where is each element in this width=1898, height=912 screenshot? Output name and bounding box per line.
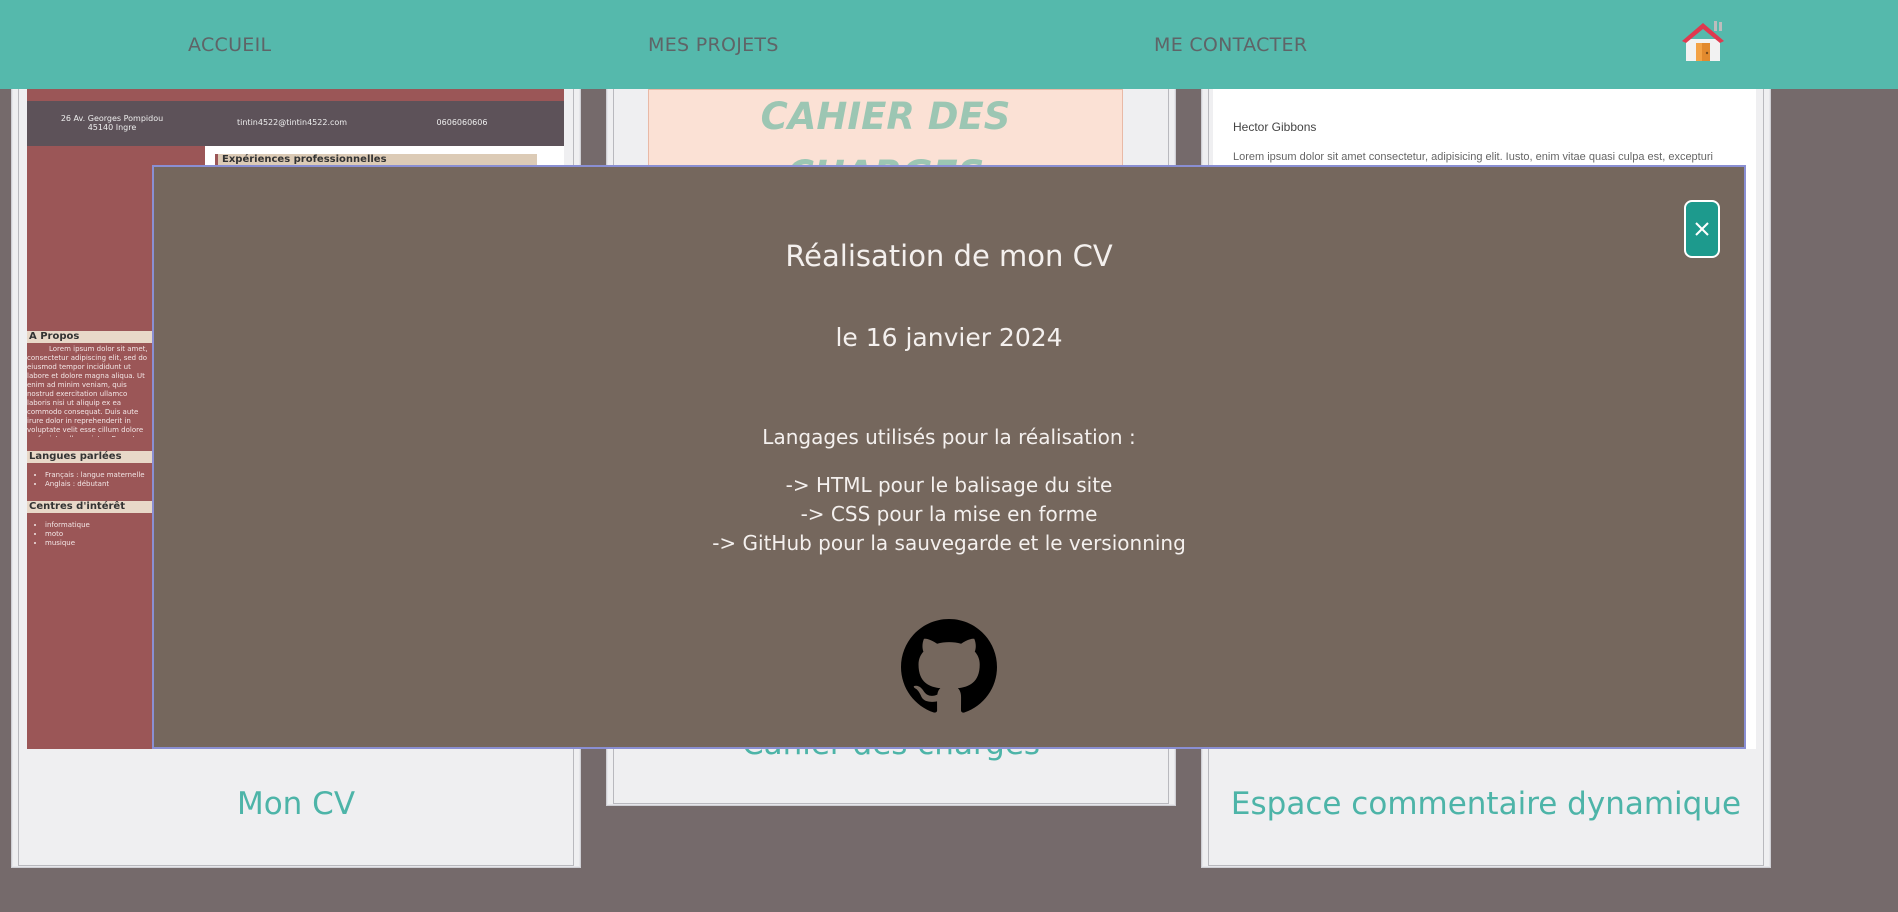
cv-languages-list: Français : langue maternelle Anglais : d… [27,471,152,489]
list-item: informatique [45,521,152,530]
list-item: Anglais : débutant [45,480,152,489]
cv-address: 26 Av. Georges Pompidou 45140 Ingre [60,114,164,132]
cv-interests-heading: Centres d'intérêt [27,501,152,513]
card-title-commentaire[interactable]: Espace commentaire dynamique [1202,786,1770,822]
cv-about-heading: A Propos [27,331,152,343]
modal-line-css: -> CSS pour la mise en forme [800,502,1098,526]
cv-top-band [27,89,564,101]
cahier-title-line1: CAHIER DES [760,95,1011,138]
nav-link-accueil[interactable]: ACCUEIL [188,34,271,56]
modal-intro: Langages utilisés pour la réalisation : [762,425,1136,449]
nav-link-me-contacter[interactable]: ME CONTACTER [1154,34,1307,56]
cv-email: tintin4522@tintin4522.com [237,118,348,127]
header-nav: ACCUEIL MES PROJETS ME CONTACTER [0,0,1898,89]
github-icon[interactable] [901,619,997,715]
project-modal: Réalisation de mon CV le 16 janvier 2024… [152,165,1746,749]
cv-about-text: Lorem ipsum dolor sit amet, consectetur … [27,345,148,437]
card-title-cv[interactable]: Mon CV [12,786,580,822]
comment-author: Hector Gibbons [1233,120,1317,134]
list-item: musique [45,539,152,548]
cv-languages-heading: Langues parlées [27,451,152,463]
list-item: Français : langue maternelle [45,471,152,480]
cv-interests-list: informatique moto musique [27,521,152,548]
comment-text: Lorem ipsum dolor sit amet consectetur, … [1233,151,1713,163]
modal-line-html: -> HTML pour le balisage du site [785,473,1113,497]
list-item: moto [45,530,152,539]
cv-phone: 0606060606 [436,118,488,127]
modal-line-github: -> GitHub pour la sauvegarde et le versi… [712,531,1186,555]
modal-title: Réalisation de mon CV [785,239,1113,273]
modal-date: le 16 janvier 2024 [835,323,1063,352]
nav-link-mes-projets[interactable]: MES PROJETS [648,34,779,56]
cv-info-bar: 26 Av. Georges Pompidou 45140 Ingre tint… [27,101,564,146]
home-icon[interactable] [1680,19,1726,63]
cahier-preview-image: CAHIER DES CHARGES [648,89,1123,171]
